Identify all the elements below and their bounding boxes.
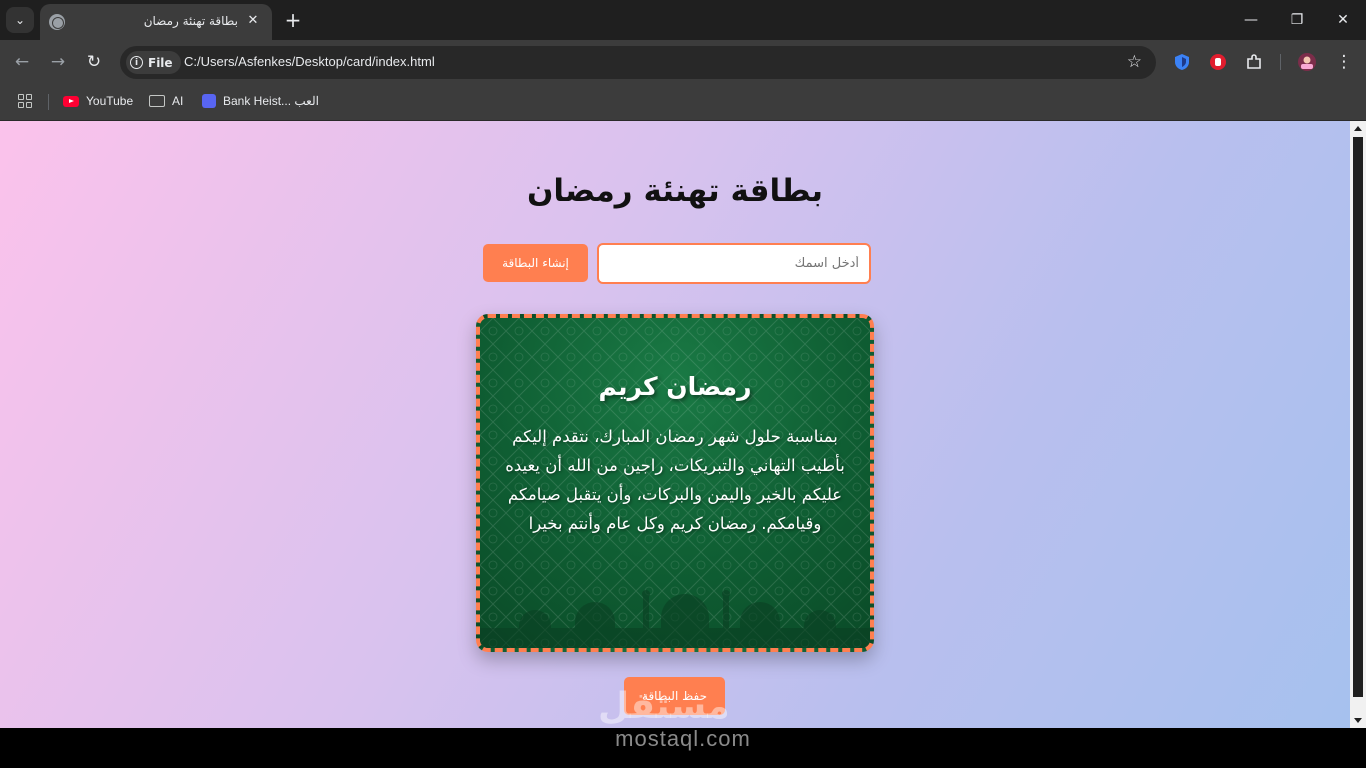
- scroll-thumb[interactable]: [1353, 137, 1363, 697]
- watermark-latin: mostaql.com: [615, 726, 751, 751]
- bookmark-youtube[interactable]: YouTube: [63, 92, 133, 110]
- page-viewport: بطاقة تهنئة رمضان إنشاء البطاقة رمضان كر…: [0, 121, 1350, 728]
- url-text[interactable]: C:/Users/Asfenkes/Desktop/card/index.htm…: [184, 54, 435, 69]
- shield-extension-icon[interactable]: [1173, 53, 1191, 71]
- window-close-icon[interactable]: ✕: [1333, 10, 1353, 30]
- scroll-up-icon[interactable]: [1354, 126, 1362, 131]
- reload-icon[interactable]: ↻: [83, 51, 105, 73]
- restore-icon[interactable]: ❐: [1287, 10, 1307, 30]
- folder-icon: [149, 95, 165, 107]
- card-title: رمضان كريم: [598, 372, 752, 401]
- bookmark-label: AI: [172, 94, 184, 108]
- tab-title: بطاقة تهنئة رمضان: [143, 14, 238, 28]
- bookmarks-divider: [48, 94, 49, 110]
- profile-avatar[interactable]: [1298, 53, 1316, 71]
- bookmark-folder-ai[interactable]: AI: [149, 92, 183, 110]
- bookmark-star-icon[interactable]: ☆: [1127, 52, 1142, 72]
- url-scheme-label: File: [148, 55, 173, 70]
- forward-arrow-icon[interactable]: →: [47, 51, 69, 73]
- site-info-chip[interactable]: i File: [126, 51, 181, 74]
- watermark-arabic: مستقل: [598, 686, 731, 727]
- apps-grid-icon[interactable]: [18, 92, 32, 110]
- extensions-puzzle-icon[interactable]: [1245, 53, 1263, 71]
- page-title: بطاقة تهنئة رمضان: [526, 173, 824, 209]
- globe-icon: [49, 14, 65, 30]
- bank-heist-icon: [202, 94, 216, 108]
- create-card-button[interactable]: إنشاء البطاقة: [483, 244, 588, 282]
- bookmark-label: Bank Heist... العب: [223, 94, 319, 108]
- bookmark-label: YouTube: [86, 94, 134, 108]
- tab-bar: ⌄ بطاقة تهنئة رمضان ✕ + — ❐ ✕: [0, 0, 1366, 40]
- youtube-icon: [63, 95, 79, 107]
- back-arrow-icon[interactable]: ←: [11, 51, 33, 73]
- tab-search-chevron-icon[interactable]: ⌄: [6, 7, 34, 33]
- card-message: بمناسبة حلول شهر رمضان المبارك، نتقدم إل…: [505, 427, 845, 533]
- bookmarks-bar: YouTube AI Bank Heist... العب: [0, 84, 1366, 121]
- bookmark-bank-heist[interactable]: Bank Heist... العب: [202, 92, 319, 110]
- toolbar-divider: [1280, 54, 1281, 70]
- tab-close-icon[interactable]: ✕: [244, 12, 262, 30]
- new-tab-plus-icon[interactable]: +: [282, 9, 304, 31]
- browser-toolbar: ← → ↻ i File C:/Users/Asfenkes/Desktop/c…: [0, 40, 1366, 84]
- active-tab[interactable]: بطاقة تهنئة رمضان ✕: [40, 4, 272, 40]
- page-scrollbar[interactable]: [1350, 121, 1366, 728]
- info-icon: i: [130, 56, 143, 69]
- browser-menu-icon[interactable]: ⋮: [1333, 51, 1355, 73]
- scroll-down-icon[interactable]: [1354, 718, 1362, 723]
- name-input[interactable]: [597, 243, 871, 284]
- stop-hand-extension-icon[interactable]: [1209, 53, 1227, 71]
- minimize-icon[interactable]: —: [1241, 10, 1261, 30]
- mosque-silhouette: [480, 590, 870, 648]
- address-bar[interactable]: i File C:/Users/Asfenkes/Desktop/card/in…: [120, 46, 1156, 79]
- greeting-card: رمضان كريم بمناسبة حلول شهر رمضان المبار…: [476, 314, 874, 652]
